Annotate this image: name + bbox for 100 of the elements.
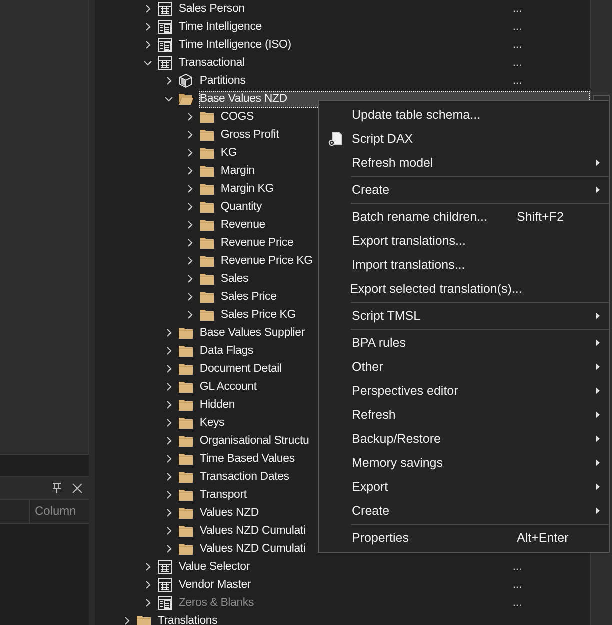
calculator-table-icon: [156, 19, 173, 35]
menu-item[interactable]: Refresh model: [319, 151, 609, 175]
tree-item[interactable]: Base Values Supplier: [198, 325, 306, 341]
tree-item[interactable]: Document Detail: [198, 361, 283, 377]
folder-icon: [198, 235, 215, 251]
folder-icon: [198, 307, 215, 323]
menu-item[interactable]: Properties Alt+Enter: [319, 526, 609, 550]
submenu-arrow-icon: [595, 186, 601, 194]
tree-item[interactable]: Values NZD Cumulati: [198, 541, 307, 557]
tree-item[interactable]: Sales Person: [178, 1, 246, 17]
tree-item[interactable]: Value Selector: [178, 559, 251, 575]
submenu-arrow-icon: [595, 459, 601, 467]
folder-icon: [178, 397, 194, 413]
submenu-arrow-icon: [595, 159, 601, 167]
tree-item[interactable]: Revenue Price KG: [220, 253, 314, 269]
tree-item[interactable]: Gross Profit: [220, 127, 280, 143]
menu-item[interactable]: Other: [319, 355, 609, 379]
open-folder-icon: [178, 91, 194, 107]
tree-item[interactable]: Data Flags: [198, 343, 254, 359]
submenu-arrow-icon: [595, 312, 601, 320]
menu-item[interactable]: Create: [319, 178, 609, 202]
tree-item[interactable]: Partitions: [198, 73, 247, 89]
tree-item[interactable]: Transport: [198, 487, 248, 503]
folder-icon: [198, 289, 215, 305]
tree-item[interactable]: Sales Price: [220, 289, 278, 305]
folder-icon: [198, 145, 215, 161]
tree-item[interactable]: Sales Price KG: [220, 307, 298, 323]
tree-item[interactable]: Values NZD: [198, 505, 260, 521]
tree-item[interactable]: Translations: [156, 613, 219, 625]
collapse-chevron-icon[interactable]: [164, 94, 174, 104]
folder-icon: [178, 451, 194, 467]
tree-item[interactable]: Transactional: [178, 55, 246, 71]
folder-icon: [178, 433, 194, 449]
tree-item[interactable]: Zeros & Blanks: [178, 595, 256, 611]
menu-item[interactable]: Export translations...: [319, 229, 609, 253]
menu-item[interactable]: Batch rename children... Shift+F2: [319, 205, 609, 229]
ellipsis-button[interactable]: ...: [512, 21, 522, 33]
folder-icon: [178, 325, 194, 341]
folder-icon: [178, 343, 194, 359]
tree-item[interactable]: GL Account: [198, 379, 258, 395]
folder-icon: [198, 163, 215, 179]
close-icon[interactable]: [72, 482, 83, 494]
tree-item[interactable]: KG: [220, 145, 238, 161]
tree-item[interactable]: Time Intelligence: [178, 19, 263, 35]
tree-item[interactable]: Revenue Price: [220, 235, 295, 251]
submenu-arrow-icon: [595, 507, 601, 515]
ellipsis-button[interactable]: ...: [512, 597, 522, 609]
tree-item[interactable]: Time Based Values: [198, 451, 296, 467]
folder-icon: [198, 199, 215, 215]
tree-item[interactable]: Sales: [220, 271, 250, 287]
menu-item[interactable]: Memory savings: [319, 451, 609, 475]
tree-item[interactable]: Revenue: [220, 217, 266, 233]
tree-item[interactable]: Quantity: [220, 199, 264, 215]
folder-icon: [198, 109, 215, 125]
menu-item[interactable]: BPA rules: [319, 331, 609, 355]
folder-icon: [178, 469, 194, 485]
ellipsis-button[interactable]: ...: [512, 39, 522, 51]
tree-item[interactable]: Margin KG: [220, 181, 276, 197]
submenu-arrow-icon: [595, 363, 601, 371]
folder-icon: [178, 523, 194, 539]
table-icon: [156, 577, 173, 593]
folder-icon: [136, 613, 152, 625]
folder-icon: [198, 127, 215, 143]
folder-icon: [198, 217, 215, 233]
tree-item[interactable]: Time Intelligence (ISO): [178, 37, 292, 53]
ellipsis-button[interactable]: ...: [512, 561, 522, 573]
folder-icon: [178, 379, 194, 395]
menu-item[interactable]: Export: [319, 475, 609, 499]
ellipsis-button[interactable]: ...: [512, 57, 522, 69]
menu-item[interactable]: Backup/Restore: [319, 427, 609, 451]
folder-icon: [198, 271, 215, 287]
menu-item[interactable]: Script TMSL: [319, 304, 609, 328]
folder-icon: [178, 505, 194, 521]
menu-item[interactable]: Create: [319, 499, 609, 523]
menu-item[interactable]: Script DAX: [319, 127, 609, 151]
ellipsis-button[interactable]: ...: [512, 75, 522, 87]
tree-item[interactable]: Values NZD Cumulati: [198, 523, 307, 539]
ellipsis-button[interactable]: ...: [512, 3, 522, 15]
folder-icon: [198, 253, 215, 269]
tree-item[interactable]: Organisational Structu: [198, 433, 310, 449]
pin-icon[interactable]: [52, 482, 62, 494]
script-icon: [328, 131, 344, 147]
submenu-arrow-icon: [595, 411, 601, 419]
menu-item[interactable]: Export selected translation(s)...: [319, 277, 609, 301]
tree-item[interactable]: Hidden: [198, 397, 236, 413]
collapse-chevron-icon[interactable]: [142, 58, 153, 68]
submenu-arrow-icon: [595, 387, 601, 395]
calculator-table-icon: [156, 37, 173, 53]
tree-item[interactable]: Keys: [198, 415, 226, 431]
menu-item[interactable]: Import translations...: [319, 253, 609, 277]
tree-item[interactable]: Vendor Master: [178, 577, 252, 593]
folder-icon: [178, 541, 194, 557]
tree-item[interactable]: Margin: [220, 163, 256, 179]
menu-item[interactable]: Refresh: [319, 403, 609, 427]
submenu-arrow-icon: [595, 483, 601, 491]
ellipsis-button[interactable]: ...: [512, 579, 522, 591]
tree-item[interactable]: Transaction Dates: [198, 469, 290, 485]
tree-item[interactable]: COGS: [220, 109, 255, 125]
menu-item[interactable]: Perspectives editor: [319, 379, 609, 403]
folder-icon: [198, 181, 215, 197]
